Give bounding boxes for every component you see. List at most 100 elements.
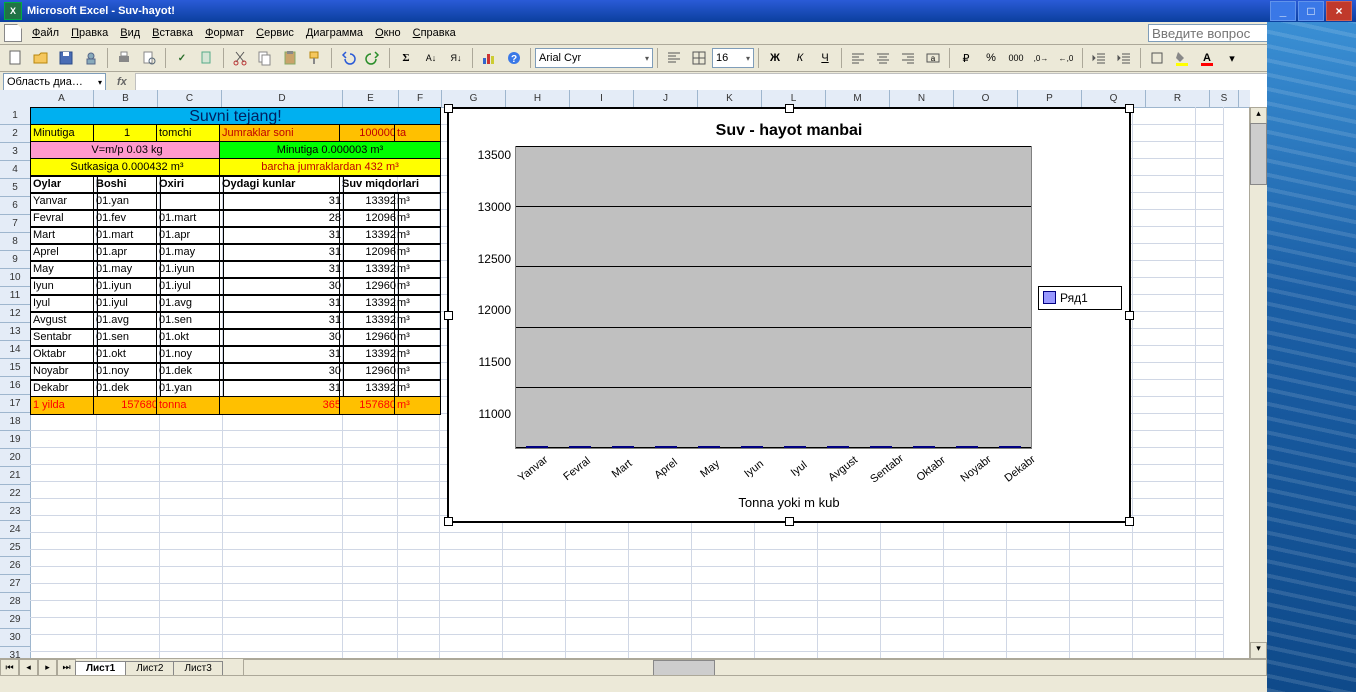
col-header-K[interactable]: K: [698, 90, 762, 107]
align-center-text-icon[interactable]: [871, 46, 895, 70]
chart-bar[interactable]: [870, 446, 892, 448]
col-header-P[interactable]: P: [1018, 90, 1082, 107]
sort-asc-icon[interactable]: A↓: [419, 46, 443, 70]
col-header-Q[interactable]: Q: [1082, 90, 1146, 107]
row-header-6[interactable]: 6: [0, 197, 30, 215]
row-header-1[interactable]: 1: [0, 107, 30, 125]
autosum-icon[interactable]: Σ: [394, 46, 418, 70]
col-header-R[interactable]: R: [1146, 90, 1210, 107]
chart-bar[interactable]: [784, 446, 806, 448]
col-header-S[interactable]: S: [1210, 90, 1239, 107]
col-header-H[interactable]: H: [506, 90, 570, 107]
help-icon[interactable]: ?: [502, 46, 526, 70]
font-size-combo[interactable]: 16▾: [712, 48, 754, 68]
row-header-10[interactable]: 10: [0, 269, 30, 287]
align-right-text-icon[interactable]: [896, 46, 920, 70]
minimize-button[interactable]: _: [1270, 1, 1296, 21]
col-header-O[interactable]: O: [954, 90, 1018, 107]
menu-формат[interactable]: Формат: [199, 25, 250, 41]
merge-center-icon[interactable]: a: [921, 46, 945, 70]
row-header-23[interactable]: 23: [0, 503, 30, 521]
decrease-indent-icon[interactable]: [1087, 46, 1111, 70]
currency-icon[interactable]: ₽: [954, 46, 978, 70]
row-header-19[interactable]: 19: [0, 431, 30, 449]
cell[interactable]: tonna: [156, 396, 224, 415]
row-header-18[interactable]: 18: [0, 413, 30, 431]
sheet-tab-Лист3[interactable]: Лист3: [173, 661, 222, 675]
col-header-M[interactable]: M: [826, 90, 890, 107]
research-icon[interactable]: [195, 46, 219, 70]
chart-bar[interactable]: [698, 446, 720, 448]
align-left-icon[interactable]: [662, 46, 686, 70]
row-header-5[interactable]: 5: [0, 179, 30, 197]
col-header-L[interactable]: L: [762, 90, 826, 107]
format-painter-icon[interactable]: [303, 46, 327, 70]
row-header-28[interactable]: 28: [0, 593, 30, 611]
chart-bar[interactable]: [827, 446, 849, 448]
col-header-I[interactable]: I: [570, 90, 634, 107]
col-header-F[interactable]: F: [399, 90, 442, 107]
row-header-30[interactable]: 30: [0, 629, 30, 647]
row-header-21[interactable]: 21: [0, 467, 30, 485]
col-header-B[interactable]: B: [94, 90, 158, 107]
row-header-3[interactable]: 3: [0, 143, 30, 161]
print-preview-icon[interactable]: [137, 46, 161, 70]
toolbar-options-icon[interactable]: ▾: [1220, 46, 1244, 70]
row-header-12[interactable]: 12: [0, 305, 30, 323]
menu-сервис[interactable]: Сервис: [250, 25, 300, 41]
font-name-combo[interactable]: Arial Cyr▾: [535, 48, 653, 68]
menu-вставка[interactable]: Вставка: [146, 25, 199, 41]
sheet-tab-Лист1[interactable]: Лист1: [75, 661, 126, 675]
row-header-9[interactable]: 9: [0, 251, 30, 269]
row-header-29[interactable]: 29: [0, 611, 30, 629]
chart-bar[interactable]: [913, 446, 935, 448]
row-header-22[interactable]: 22: [0, 485, 30, 503]
bold-icon[interactable]: Ж: [763, 46, 787, 70]
italic-icon[interactable]: К: [788, 46, 812, 70]
print-icon[interactable]: [112, 46, 136, 70]
vertical-scrollbar[interactable]: ▴ ▾: [1249, 107, 1267, 659]
save-icon[interactable]: [54, 46, 78, 70]
scroll-up-icon[interactable]: ▴: [1250, 107, 1267, 124]
tab-next-icon[interactable]: ▸: [38, 659, 57, 676]
menu-диаграмма[interactable]: Диаграмма: [300, 25, 369, 41]
chart-object[interactable]: Suv - hayot manbai 135001300012500120001…: [447, 107, 1131, 523]
tab-last-icon[interactable]: ⏭: [57, 659, 76, 676]
document-icon[interactable]: [4, 24, 22, 42]
fx-icon[interactable]: fx: [117, 76, 127, 88]
row-header-14[interactable]: 14: [0, 341, 30, 359]
chart-wizard-icon[interactable]: [477, 46, 501, 70]
tab-first-icon[interactable]: ⏮: [0, 659, 19, 676]
align-left-text-icon[interactable]: [846, 46, 870, 70]
row-header-15[interactable]: 15: [0, 359, 30, 377]
increase-indent-icon[interactable]: [1112, 46, 1136, 70]
close-button[interactable]: ×: [1326, 1, 1352, 21]
cut-icon[interactable]: [228, 46, 252, 70]
open-icon[interactable]: [29, 46, 53, 70]
row-header-4[interactable]: 4: [0, 161, 30, 179]
row-header-27[interactable]: 27: [0, 575, 30, 593]
chart-bar[interactable]: [655, 446, 677, 448]
sort-desc-icon[interactable]: Я↓: [444, 46, 468, 70]
row-header-17[interactable]: 17: [0, 395, 30, 413]
increase-decimal-icon[interactable]: ,0→: [1029, 46, 1053, 70]
fill-color-icon[interactable]: [1170, 46, 1194, 70]
menu-файл[interactable]: Файл: [26, 25, 65, 41]
paste-icon[interactable]: [278, 46, 302, 70]
horizontal-scrollbar[interactable]: [243, 659, 1267, 676]
row-header-8[interactable]: 8: [0, 233, 30, 251]
menu-справка[interactable]: Справка: [407, 25, 462, 41]
decrease-decimal-icon[interactable]: ←,0: [1054, 46, 1078, 70]
restore-button[interactable]: □: [1298, 1, 1324, 21]
row-header-13[interactable]: 13: [0, 323, 30, 341]
font-color-icon[interactable]: A: [1195, 46, 1219, 70]
row-headers[interactable]: 1234567891011121314151617181920212223242…: [0, 107, 31, 659]
scroll-down-icon[interactable]: ▾: [1250, 642, 1267, 659]
menu-окно[interactable]: Окно: [369, 25, 407, 41]
chart-x-title[interactable]: Tonna yoki m kub: [456, 495, 1122, 510]
chart-bar[interactable]: [612, 446, 634, 448]
formula-input[interactable]: [135, 73, 1353, 92]
menu-правка[interactable]: Правка: [65, 25, 114, 41]
row-header-25[interactable]: 25: [0, 539, 30, 557]
chart-title[interactable]: Suv - hayot manbai: [456, 122, 1122, 140]
